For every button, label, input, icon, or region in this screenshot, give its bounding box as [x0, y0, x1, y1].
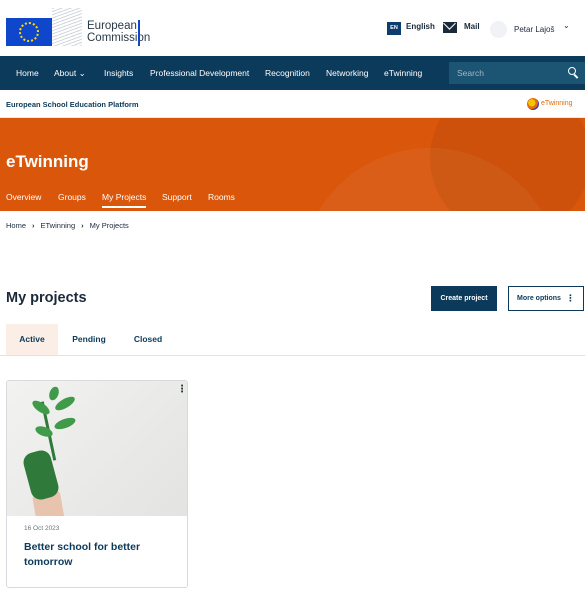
nav-item-etwinning[interactable]: eTwinning — [384, 68, 422, 78]
tab-closed[interactable]: Closed — [122, 324, 174, 355]
user-name[interactable]: Petar Lajoš — [514, 25, 554, 34]
language-icon[interactable]: EN — [387, 22, 401, 35]
site-header: European Commission EN English Mail Peta… — [0, 0, 585, 56]
main-nav: Home About ⌄ Insights Professional Devel… — [0, 56, 585, 90]
more-options-button[interactable]: More options ⋮ — [508, 286, 584, 311]
breadcrumb-current: My Projects — [89, 221, 129, 230]
chevron-down-icon: ⌄ — [78, 68, 86, 78]
page-title: My projects — [6, 290, 87, 306]
hero-title: eTwinning — [6, 152, 89, 171]
search-icon[interactable] — [568, 67, 576, 75]
logo-text-line2: Commission — [87, 32, 151, 44]
nav-item-insights[interactable]: Insights — [104, 68, 133, 78]
nav-item-recognition[interactable]: Recognition — [265, 68, 310, 78]
platform-bar: European School Education Platform eTwin… — [0, 90, 585, 118]
breadcrumb: Home › ETwinning › My Projects — [6, 221, 129, 230]
breadcrumb-home[interactable]: Home — [6, 221, 26, 230]
status-tabs: Active Pending Closed — [0, 324, 585, 356]
tab-pending[interactable]: Pending — [63, 324, 115, 355]
chevron-right-icon: › — [32, 221, 35, 230]
eu-flag-icon — [6, 18, 52, 46]
kebab-icon: ⋮ — [566, 293, 575, 303]
avatar[interactable] — [490, 21, 507, 38]
logo-text-line1: European — [87, 20, 137, 32]
create-project-button[interactable]: Create project — [431, 286, 497, 311]
hero-banner: eTwinning Overview Groups My Projects Su… — [0, 118, 585, 211]
project-date: 16 Oct 2023 — [24, 525, 60, 532]
project-card[interactable]: ⋮ 16 Oct 2023 Better school for better t… — [6, 380, 188, 588]
nav-item-about[interactable]: About ⌄ — [54, 68, 86, 79]
etwinning-logo[interactable]: eTwinning — [527, 97, 585, 111]
tab-groups[interactable]: Groups — [58, 192, 86, 202]
card-menu-icon[interactable]: ⋮ — [177, 384, 187, 395]
project-title[interactable]: Better school for better tomorrow — [24, 540, 179, 570]
project-image — [7, 381, 187, 516]
chevron-down-icon[interactable]: ⌄ — [563, 21, 570, 30]
tab-rooms[interactable]: Rooms — [208, 192, 235, 202]
tab-overview[interactable]: Overview — [6, 192, 41, 202]
nav-item-home[interactable]: Home — [16, 68, 39, 78]
breadcrumb-etwinning[interactable]: ETwinning — [41, 221, 76, 230]
chevron-right-icon: › — [81, 221, 84, 230]
nav-item-professional-development[interactable]: Professional Development — [150, 68, 249, 78]
search-input[interactable] — [449, 62, 559, 84]
tab-active[interactable]: Active — [6, 324, 58, 355]
mail-link[interactable]: Mail — [464, 22, 480, 31]
platform-title[interactable]: European School Education Platform — [6, 100, 139, 109]
european-commission-logo[interactable]: European Commission — [6, 6, 150, 46]
mail-icon[interactable] — [443, 22, 457, 33]
language-selector[interactable]: English — [406, 22, 435, 31]
tab-support[interactable]: Support — [162, 192, 192, 202]
tab-my-projects[interactable]: My Projects — [102, 192, 147, 208]
nav-item-networking[interactable]: Networking — [326, 68, 369, 78]
etwinning-logo-icon — [527, 98, 539, 110]
search-box — [449, 62, 585, 84]
